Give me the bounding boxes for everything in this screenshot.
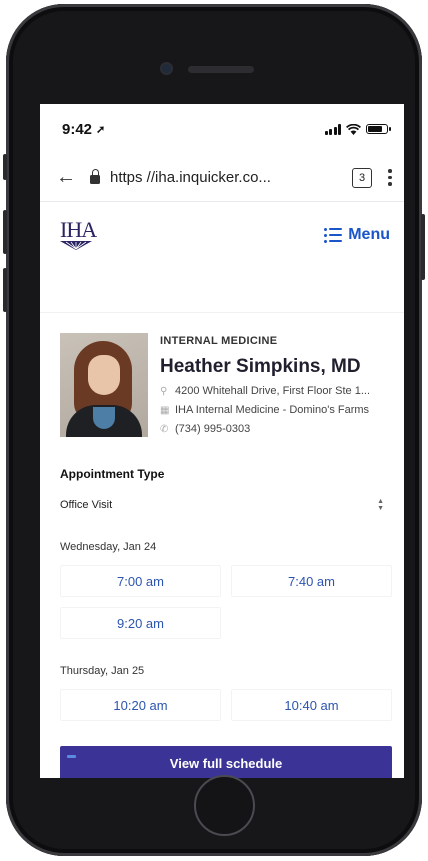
provider-phone[interactable]: (734) 995-0303 [175, 423, 250, 435]
provider-location: IHA Internal Medicine - Domino's Farms [175, 404, 370, 416]
volume-up-button [3, 210, 7, 254]
iha-logo[interactable]: IHA [60, 217, 97, 251]
provider-card: INTERNAL MEDICINE Heather Simpkins, MD ⚲… [40, 313, 404, 437]
provider-specialty: INTERNAL MEDICINE [160, 335, 278, 347]
phone-frame: 9:42 ➚ ← https //iha.inquicker.co... 3 I… [3, 4, 425, 856]
silent-switch [3, 154, 7, 180]
building-icon: ▦ [160, 404, 170, 416]
time-slots-day-2: 10:20 am 10:40 am [40, 677, 404, 721]
appointment-type-select[interactable]: Office Visit ▲ ▼ [60, 491, 392, 519]
logo-rays-icon [60, 241, 92, 250]
logo-text: IHA [60, 217, 97, 242]
lock-icon [90, 169, 100, 184]
earpiece-speaker [188, 66, 254, 73]
phone-icon: ✆ [160, 423, 169, 435]
wifi-icon [346, 123, 361, 135]
time-slot-button[interactable]: 9:20 am [60, 607, 221, 639]
status-bar: 9:42 ➚ [40, 104, 404, 154]
more-options-icon[interactable] [388, 169, 392, 186]
map-pin-icon: ⚲ [160, 385, 168, 397]
provider-address: 4200 Whitehall Drive, First Floor Ste 1.… [175, 385, 371, 397]
time-slot-button[interactable]: 7:40 am [231, 565, 392, 597]
phone-line: ✆ (734) 995-0303 [160, 423, 370, 435]
provider-name: Heather Simpkins, MD [160, 356, 361, 377]
appointment-type-label: Appointment Type [60, 467, 165, 481]
address-line: ⚲ 4200 Whitehall Drive, First Floor Ste … [160, 385, 370, 397]
appointment-type-value: Office Visit [60, 499, 113, 511]
select-arrows-icon: ▲ ▼ [377, 498, 384, 512]
tab-switcher-button[interactable]: 3 [352, 167, 372, 188]
view-full-schedule-button[interactable]: View full schedule [60, 746, 392, 778]
time-slot-button[interactable]: 10:40 am [231, 689, 392, 721]
front-camera [160, 62, 173, 75]
home-button[interactable] [194, 775, 255, 836]
browser-url-bar: ← https //iha.inquicker.co... 3 [40, 154, 404, 202]
battery-icon [366, 124, 391, 134]
power-button [421, 214, 425, 280]
menu-label: Menu [348, 226, 390, 243]
time-slot-button[interactable]: 7:00 am [60, 565, 221, 597]
header-divider [40, 268, 404, 313]
menu-icon [324, 227, 343, 243]
time-slot-button[interactable]: 10:20 am [60, 689, 221, 721]
url-text[interactable]: https //iha.inquicker.co... [110, 169, 344, 186]
day-label: Thursday, Jan 25 [60, 665, 145, 677]
volume-down-button [3, 268, 7, 312]
status-time: 9:42 [62, 120, 93, 138]
location-arrow-icon: ➚ [96, 123, 106, 136]
time-slots-day-1: 7:00 am 7:40 am 9:20 am [40, 553, 404, 639]
back-arrow-icon[interactable]: ← [56, 166, 86, 189]
site-header: IHA Menu [40, 202, 404, 268]
provider-photo [60, 333, 148, 437]
location-line: ▦ IHA Internal Medicine - Domino's Farms [160, 404, 370, 416]
cellular-signal-icon [324, 123, 341, 135]
day-label: Wednesday, Jan 24 [60, 541, 157, 553]
menu-button[interactable]: Menu [324, 226, 390, 244]
phone-screen: 9:42 ➚ ← https //iha.inquicker.co... 3 I… [40, 104, 404, 778]
